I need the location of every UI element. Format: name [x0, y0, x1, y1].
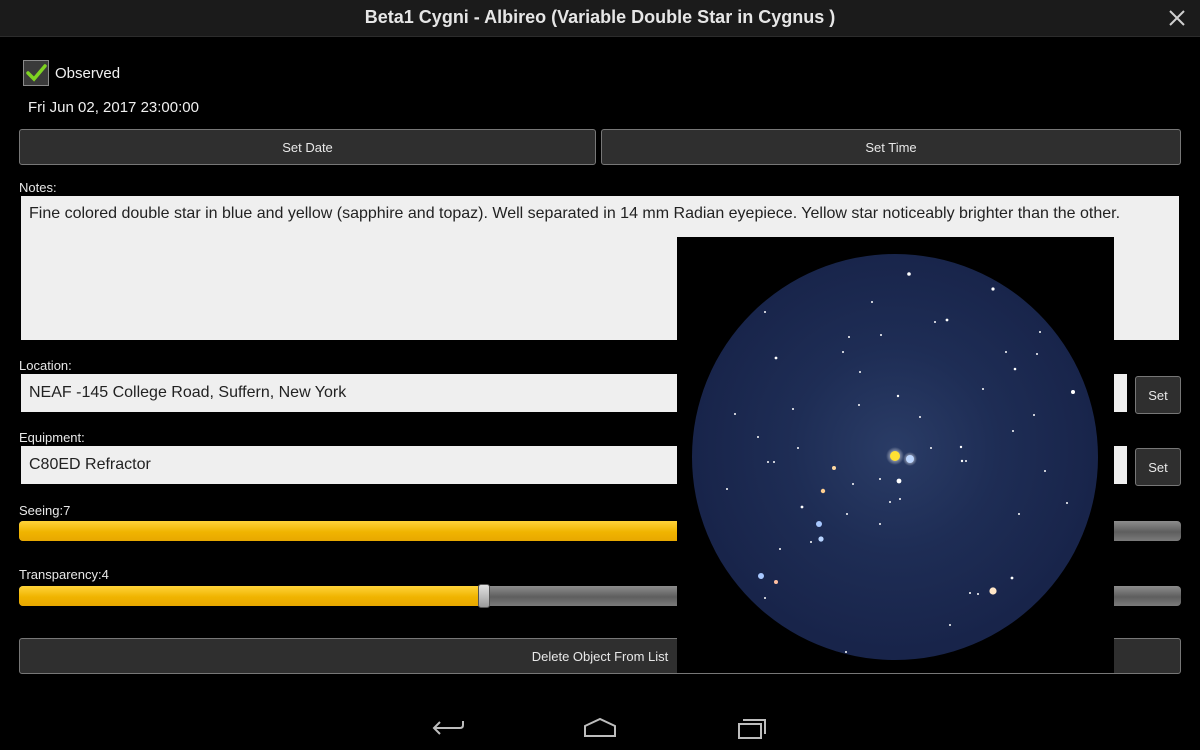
star [773, 461, 775, 463]
star [945, 318, 949, 322]
back-icon[interactable] [430, 716, 466, 740]
star [1005, 351, 1007, 353]
star [726, 488, 728, 490]
equipment-set-button[interactable]: Set [1135, 448, 1181, 486]
star [1036, 353, 1038, 355]
transparency-label-text: Transparency: [19, 567, 102, 582]
star [896, 478, 902, 484]
star [1010, 576, 1014, 580]
star [810, 541, 812, 543]
notes-label: Notes: [19, 180, 57, 195]
transparency-slider-thumb[interactable] [478, 584, 490, 608]
albireo-b-star [906, 455, 914, 463]
star [879, 523, 881, 525]
equipment-label-text: Equipment: [19, 430, 85, 445]
star [930, 447, 932, 449]
star [792, 408, 794, 410]
seeing-label: Seeing:7 [19, 503, 70, 518]
star [774, 580, 778, 584]
star [846, 513, 848, 515]
star [989, 587, 997, 595]
star [852, 483, 854, 485]
star [907, 272, 911, 276]
star [969, 592, 971, 594]
star [960, 459, 964, 463]
star [977, 593, 979, 595]
observed-checkbox[interactable] [23, 60, 49, 86]
star [871, 301, 873, 303]
star [842, 351, 844, 353]
star-chart-popup [677, 237, 1114, 673]
transparency-value: 4 [101, 567, 109, 582]
star [934, 321, 936, 323]
observation-datetime: Fri Jun 02, 2017 23:00:00 [28, 99, 199, 116]
seeing-label-text: Seeing: [19, 503, 64, 518]
star [779, 548, 781, 550]
star [991, 287, 995, 291]
star [774, 356, 778, 360]
star [767, 461, 769, 463]
star [845, 651, 847, 653]
star [880, 334, 882, 336]
seeing-value: 7 [63, 503, 71, 518]
location-set-button[interactable]: Set [1135, 376, 1181, 414]
title-bar: Beta1 Cygni - Albireo (Variable Double S… [0, 0, 1200, 37]
observed-label: Observed [55, 65, 121, 82]
star [919, 416, 921, 418]
star [758, 573, 764, 579]
star [965, 460, 967, 462]
star [832, 466, 836, 470]
location-label: Location: [19, 358, 72, 373]
star [889, 501, 891, 503]
star [1044, 470, 1046, 472]
star [1066, 502, 1068, 504]
star [816, 521, 822, 527]
set-time-button[interactable]: Set Time [601, 129, 1181, 165]
star [800, 505, 804, 509]
star [1012, 430, 1014, 432]
seeing-slider-fill [19, 521, 719, 541]
transparency-slider-fill [19, 586, 484, 606]
star [949, 624, 951, 626]
star [797, 447, 799, 449]
star [764, 597, 766, 599]
recents-icon[interactable] [735, 716, 771, 740]
close-icon[interactable] [1166, 7, 1188, 29]
star [818, 536, 824, 542]
star [896, 394, 900, 398]
star [1039, 331, 1041, 333]
equipment-label: Equipment: [19, 430, 85, 445]
eyepiece-view [692, 254, 1098, 660]
set-date-button[interactable]: Set Date [19, 129, 596, 165]
star [899, 498, 901, 500]
checkmark-icon [26, 64, 47, 82]
window-title: Beta1 Cygni - Albireo (Variable Double S… [364, 7, 836, 27]
star [858, 404, 860, 406]
transparency-label: Transparency:4 [19, 567, 109, 582]
star [848, 336, 850, 338]
star [820, 488, 826, 494]
star [764, 311, 766, 313]
star [734, 413, 736, 415]
star [879, 478, 881, 480]
star [959, 445, 963, 449]
star [1033, 414, 1035, 416]
home-icon[interactable] [582, 716, 618, 740]
star [1018, 513, 1020, 515]
star [859, 371, 861, 373]
star [1071, 390, 1075, 394]
star [757, 436, 759, 438]
albireo-a-star [890, 451, 900, 461]
star [982, 388, 984, 390]
star [1013, 367, 1017, 371]
